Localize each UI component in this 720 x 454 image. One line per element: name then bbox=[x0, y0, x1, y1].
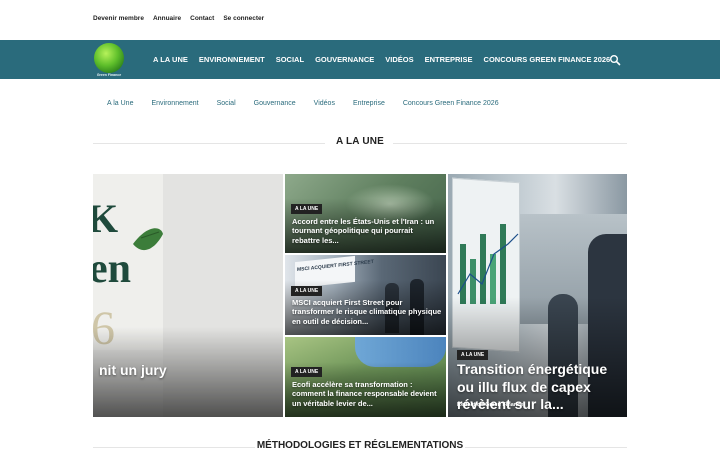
article-title: Accord entre les États-Unis et l'Iran : … bbox=[292, 217, 435, 245]
subnav-item-gouvernance[interactable]: Gouvernance bbox=[254, 100, 296, 107]
link-contact[interactable]: Contact bbox=[190, 15, 214, 22]
top-links: Devenir membre Annuaire Contact Se conne… bbox=[93, 15, 264, 22]
section-title: A LA UNE bbox=[335, 136, 385, 147]
site-logo[interactable]: Green Finance bbox=[93, 42, 125, 78]
section-header-methodologies: MÉTHODOLOGIES ET RÉGLEMENTATIONS bbox=[93, 440, 627, 454]
nav-item-entreprise[interactable]: ENTREPRISE bbox=[425, 55, 473, 64]
nav-item-gouvernance[interactable]: GOUVERNANCE bbox=[315, 55, 374, 64]
svg-text:en: en bbox=[93, 246, 131, 292]
subnav-item-entreprise[interactable]: Entreprise bbox=[353, 100, 385, 107]
nav-menu: A LA UNE ENVIRONNEMENT SOCIAL GOUVERNANC… bbox=[153, 55, 610, 64]
nav-item-social[interactable]: SOCIAL bbox=[276, 55, 304, 64]
article-title: Ecofi accélère sa transformation : comme… bbox=[292, 380, 437, 408]
nav-item-a-la-une[interactable]: A LA UNE bbox=[153, 55, 188, 64]
nav-item-videos[interactable]: VIDÉOS bbox=[385, 55, 413, 64]
leaf-graphic: K en 6 bbox=[93, 196, 163, 350]
subnav-item-videos[interactable]: Vidéos bbox=[314, 100, 335, 107]
article-badge: A LA UNE bbox=[457, 350, 489, 360]
logo-caption: Green Finance bbox=[96, 73, 122, 77]
featured-article-left[interactable]: K en 6 nit un jury bbox=[93, 174, 283, 417]
search-icon bbox=[610, 55, 621, 66]
link-se-connecter[interactable]: Se connecter bbox=[223, 15, 264, 22]
section-header-a-la-une: A LA UNE bbox=[93, 136, 627, 150]
link-devenir-membre[interactable]: Devenir membre bbox=[93, 15, 144, 22]
article-card-3[interactable]: A LA UNE Ecofi accélère sa transformatio… bbox=[285, 337, 446, 417]
link-annuaire[interactable]: Annuaire bbox=[153, 15, 181, 22]
featured-left-title: nit un jury bbox=[99, 362, 167, 378]
subnav-item-a-la-une[interactable]: A la Une bbox=[107, 100, 133, 107]
subnav-item-concours[interactable]: Concours Green Finance 2026 bbox=[403, 100, 499, 107]
subnav-item-social[interactable]: Social bbox=[217, 100, 236, 107]
article-badge: A LA UNE bbox=[291, 204, 323, 214]
article-title: MSCI acquiert First Street pour transfor… bbox=[292, 298, 442, 326]
featured-article-right[interactable]: A LA UNE Transition énergétique ou illu … bbox=[448, 174, 627, 417]
article-card-1[interactable]: A LA UNE Accord entre les États-Unis et … bbox=[285, 174, 446, 253]
nav-item-concours[interactable]: CONCOURS GREEN FINANCE 2026 bbox=[484, 55, 611, 64]
article-badge: A LA UNE bbox=[291, 286, 323, 296]
search-button[interactable] bbox=[609, 53, 621, 66]
logo-globe-icon bbox=[94, 43, 124, 73]
subnav-item-environnement[interactable]: Environnement bbox=[151, 100, 198, 107]
article-badge: A LA UNE bbox=[291, 367, 323, 377]
nav-item-environnement[interactable]: ENVIRONNEMENT bbox=[199, 55, 265, 64]
sub-navigation: A la Une Environnement Social Gouvernanc… bbox=[107, 100, 499, 107]
article-card-2[interactable]: MSCI ACQUIERT FIRST STREET A LA UNE MSCI… bbox=[285, 255, 446, 335]
top-bar: Devenir membre Annuaire Contact Se conne… bbox=[0, 0, 720, 40]
section-title: MÉTHODOLOGIES ET RÉGLEMENTATIONS bbox=[256, 440, 464, 451]
svg-text:K: K bbox=[93, 196, 118, 241]
article-author[interactable]: Redaction Green Finance bbox=[457, 402, 523, 408]
